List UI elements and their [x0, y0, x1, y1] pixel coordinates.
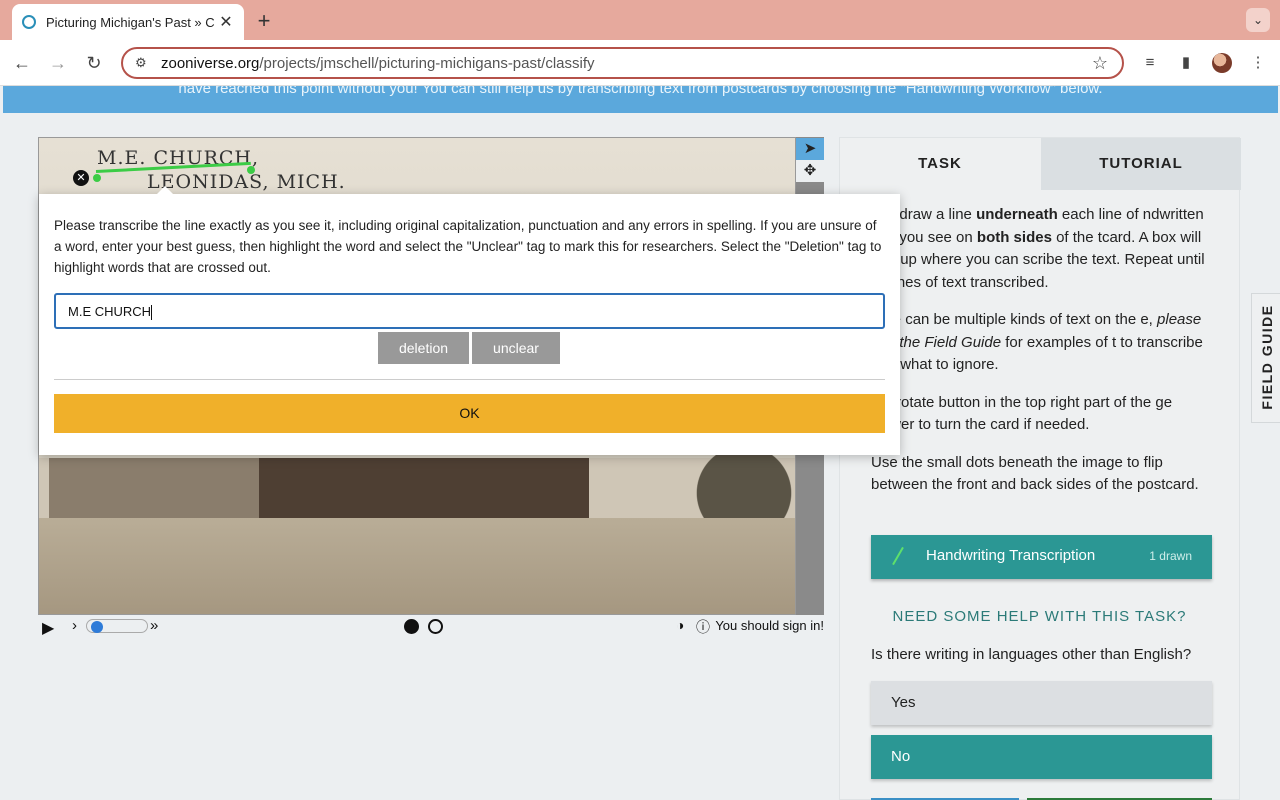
zooniverse-favicon-icon: [22, 15, 36, 29]
transcription-dialog: Please transcribe the line exactly as yo…: [39, 186, 900, 455]
move-icon[interactable]: ✥: [796, 160, 824, 182]
transcription-instructions: Please transcribe the line exactly as yo…: [54, 218, 882, 275]
ok-button[interactable]: OK: [54, 394, 885, 433]
transcription-input[interactable]: M.E CHURCH: [54, 293, 885, 329]
slower-icon[interactable]: ›: [72, 617, 77, 634]
side-panel-icon[interactable]: ▮: [1175, 52, 1197, 74]
answer-no-button[interactable]: No: [871, 735, 1212, 779]
tab-task[interactable]: TASK: [840, 138, 1040, 190]
browser-tab[interactable]: Picturing Michigan's Past » C ✕: [12, 4, 244, 40]
address-bar[interactable]: ⚙ zooniverse.org/projects/jmschell/pictu…: [121, 47, 1124, 79]
task-instructions: ase draw a line underneath each line of …: [871, 206, 1205, 493]
browser-toolbar: ← → ↻ ⚙ zooniverse.org/projects/jmschell…: [0, 40, 1280, 86]
faster-icon[interactable]: »: [150, 617, 158, 634]
line-tool-icon: [892, 546, 904, 566]
forward-icon[interactable]: →: [47, 52, 69, 74]
handwriting-line-2: LEONIDAS, MICH.: [147, 171, 346, 193]
line-end-handle[interactable]: [247, 166, 255, 174]
postcard-ground: [39, 518, 795, 614]
tool-label: Handwriting Transcription: [926, 547, 1096, 564]
tab-title: Picturing Michigan's Past » C: [46, 14, 215, 30]
unclear-tag-button[interactable]: unclear: [472, 332, 560, 364]
frame-controls: ▶ › » ◑ ⓘ You should sign in!: [40, 614, 824, 640]
profile-avatar[interactable]: [1212, 53, 1232, 73]
site-settings-icon[interactable]: ⚙: [135, 55, 153, 71]
field-guide-tab[interactable]: FIELD GUIDE: [1251, 293, 1280, 423]
reload-icon[interactable]: ↻: [83, 52, 105, 74]
speed-slider-knob[interactable]: [91, 621, 103, 633]
drawn-count: 1 drawn: [1149, 549, 1192, 563]
back-icon[interactable]: ←: [11, 52, 33, 74]
browser-menu-icon[interactable]: ⋮: [1247, 52, 1269, 74]
dialog-pointer: [157, 186, 173, 194]
close-tab-icon[interactable]: ✕: [218, 12, 234, 32]
browser-tab-strip: Picturing Michigan's Past » C ✕ + ⌄: [0, 0, 1280, 40]
delete-mark-icon[interactable]: ✕: [73, 170, 89, 186]
announcement-banner: have reached this point without you! You…: [3, 86, 1278, 113]
tab-tutorial[interactable]: TUTORIAL: [1041, 138, 1241, 190]
speed-slider[interactable]: [86, 619, 148, 633]
url-domain: zooniverse.org: [161, 54, 260, 72]
deletion-tag-button[interactable]: deletion: [378, 332, 469, 364]
play-icon[interactable]: ▶: [42, 618, 54, 638]
line-start-handle[interactable]: [93, 174, 101, 182]
language-question: Is there writing in languages other than…: [871, 646, 1192, 663]
banner-text: have reached this point without you! You…: [178, 86, 1103, 97]
field-guide-label: FIELD GUIDE: [1259, 304, 1275, 410]
frame-dot-back[interactable]: [428, 619, 443, 634]
answer-yes-button[interactable]: Yes: [871, 681, 1212, 725]
tab-search-chevron-icon[interactable]: ⌄: [1246, 8, 1270, 32]
frame-dot-front[interactable]: [404, 619, 419, 634]
media-controls-icon[interactable]: ≡: [1139, 52, 1161, 74]
handwriting-transcription-tool[interactable]: Handwriting Transcription 1 drawn: [871, 535, 1212, 579]
annotate-pointer-icon[interactable]: ➤: [796, 138, 824, 160]
url-path: /projects/jmschell/picturing-michigans-p…: [259, 54, 595, 72]
task-help-link[interactable]: NEED SOME HELP WITH THIS TASK?: [840, 608, 1239, 625]
sign-in-notice: You should sign in!: [715, 618, 824, 633]
bookmark-star-icon[interactable]: ☆: [1092, 53, 1108, 74]
new-tab-button[interactable]: +: [254, 8, 274, 34]
dialog-divider: [54, 379, 885, 380]
info-icon[interactable]: ⓘ: [696, 617, 710, 637]
invert-contrast-icon[interactable]: ◑: [676, 617, 684, 633]
